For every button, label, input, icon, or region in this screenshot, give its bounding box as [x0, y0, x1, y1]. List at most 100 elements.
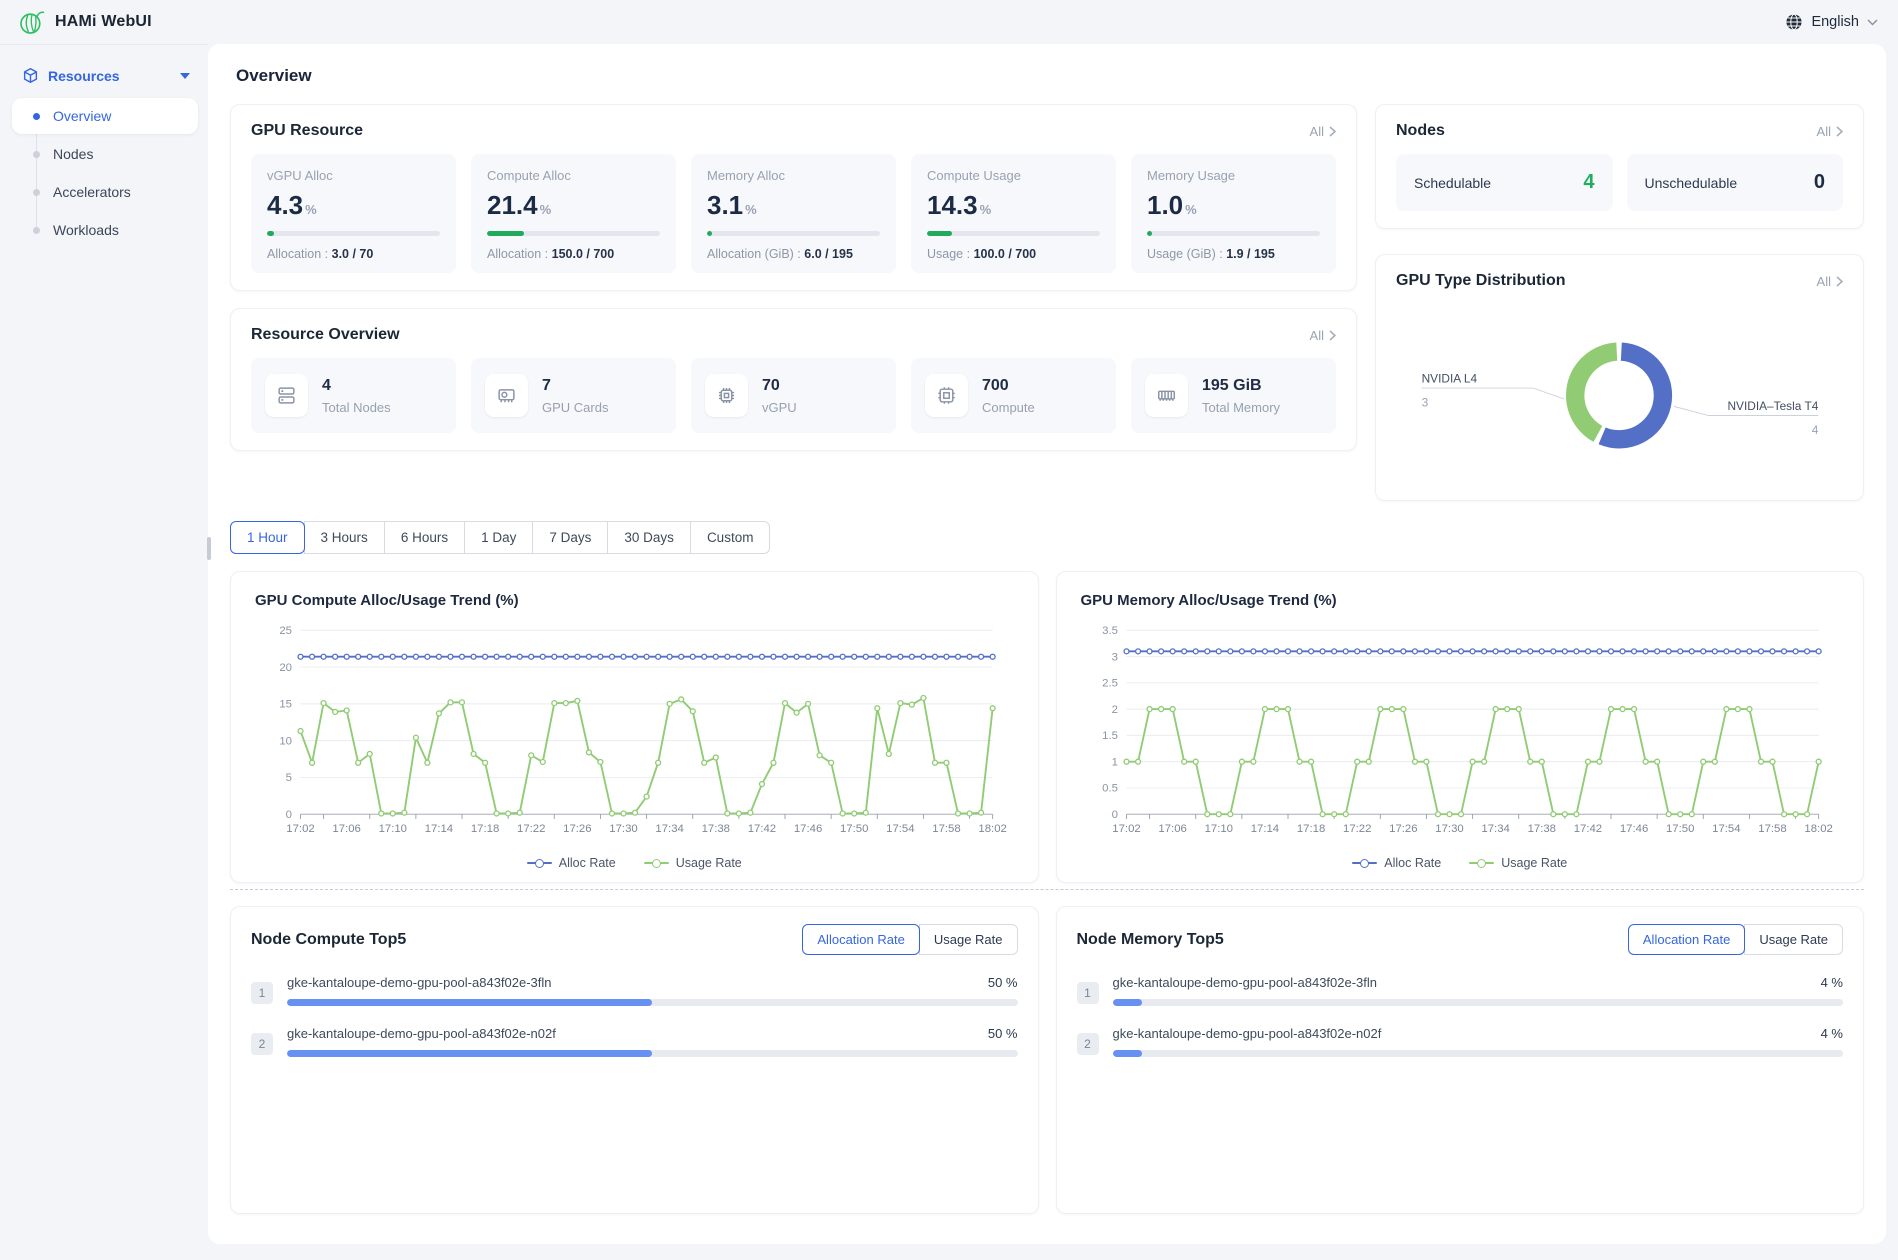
resource-stat-value: 4 — [322, 377, 391, 395]
gpu-compute-trend-title: GPU Compute Alloc/Usage Trend (%) — [255, 592, 1014, 609]
gpu-memory-trend-chart[interactable]: 00.511.522.533.517:0217:0617:1017:1417:1… — [1081, 617, 1840, 854]
resource-stat-label: Compute — [982, 400, 1035, 415]
svg-text:17:54: 17:54 — [1712, 823, 1740, 835]
sidebar-item[interactable]: Workloads — [12, 212, 198, 248]
svg-text:NVIDIA–Tesla T4: NVIDIA–Tesla T4 — [1727, 399, 1818, 413]
node-compute-top5-title: Node Compute Top5 — [251, 931, 406, 949]
gpu-resource-all-link[interactable]: All — [1310, 124, 1336, 139]
metric-progress-track — [927, 231, 1100, 236]
legend-item[interactable]: Alloc Rate — [527, 856, 616, 870]
svg-text:20: 20 — [279, 662, 292, 674]
svg-text:17:06: 17:06 — [332, 823, 360, 835]
sidebar-item[interactable]: Overview — [12, 98, 198, 134]
gpu-resource-metrics: vGPU Alloc 4.3% Allocation : 3.0 / 70 Co… — [251, 154, 1336, 273]
svg-text:17:58: 17:58 — [932, 823, 960, 835]
caret-down-icon — [180, 73, 190, 79]
svg-text:4: 4 — [1812, 423, 1819, 437]
legend-marker-icon — [1469, 862, 1494, 864]
node-status-stat: Schedulable 4 — [1396, 154, 1613, 211]
time-range-tab[interactable]: Custom — [690, 521, 771, 554]
node-stat-value: 0 — [1814, 171, 1825, 194]
metric-unit: % — [980, 202, 992, 217]
svg-text:17:38: 17:38 — [1527, 823, 1555, 835]
metric-unit: % — [305, 202, 317, 217]
svg-text:17:30: 17:30 — [1435, 823, 1463, 835]
svg-text:17:18: 17:18 — [1296, 823, 1324, 835]
svg-text:0: 0 — [1111, 809, 1117, 821]
top5-toggle-button[interactable]: Usage Rate — [919, 924, 1018, 955]
top5-toggle-button[interactable]: Usage Rate — [1744, 924, 1843, 955]
svg-text:17:42: 17:42 — [1573, 823, 1601, 835]
resource-overview-all-link[interactable]: All — [1310, 328, 1336, 343]
resource-stat-label: Total Nodes — [322, 400, 391, 415]
gpu-compute-trend-chart[interactable]: 051015202517:0217:0617:1017:1417:1817:22… — [255, 617, 1014, 854]
sidebar-item[interactable]: Nodes — [12, 136, 198, 172]
legend-label: Alloc Rate — [559, 856, 616, 870]
node-rate-track — [1113, 999, 1844, 1006]
gpu-type-donut-chart[interactable]: NVIDIA–Tesla T44NVIDIA L43 — [1396, 304, 1843, 483]
time-range-tab[interactable]: 6 Hours — [384, 521, 465, 554]
resource-stat-tile: 70 vGPU — [691, 358, 896, 433]
globe-icon — [1785, 13, 1803, 31]
gpu-memory-trend-card: GPU Memory Alloc/Usage Trend (%) 00.511.… — [1056, 571, 1865, 883]
metric-label: Compute Alloc — [487, 168, 660, 183]
legend-item[interactable]: Usage Rate — [644, 856, 742, 870]
time-range-tab[interactable]: 7 Days — [532, 521, 608, 554]
time-range-tab[interactable]: 30 Days — [607, 521, 691, 554]
nodes-card-title: Nodes — [1396, 122, 1445, 140]
time-range-tab[interactable]: 1 Day — [464, 521, 533, 554]
metric-value: 21.4 — [487, 190, 538, 220]
resource-stat-value: 195 GiB — [1202, 377, 1280, 395]
svg-text:17:54: 17:54 — [886, 823, 914, 835]
sidebar-item-label: Overview — [53, 108, 111, 124]
resource-overview-stats: 4 Total Nodes 7 GPU Cards 70 vGPU 700 Co… — [251, 358, 1336, 433]
node-rate-value: 50 % — [988, 975, 1018, 990]
node-rate-fill — [287, 1050, 652, 1057]
node-name: gke-kantaloupe-demo-gpu-pool-a843f02e-3f… — [1113, 975, 1378, 990]
svg-text:17:34: 17:34 — [1481, 823, 1509, 835]
gpu-type-all-link[interactable]: All — [1817, 274, 1843, 289]
rank-badge: 1 — [251, 982, 273, 1004]
resource-stat-value: 7 — [542, 377, 608, 395]
node-stat-label: Unschedulable — [1645, 175, 1738, 191]
metric-progress-track — [487, 231, 660, 236]
metric-value: 3.1 — [707, 190, 743, 220]
legend-marker-icon — [644, 862, 669, 864]
sidebar-collapse-handle[interactable] — [207, 537, 211, 560]
top5-row: 2 gke-kantaloupe-demo-gpu-pool-a843f02e-… — [251, 1026, 1018, 1057]
svg-text:17:46: 17:46 — [794, 823, 822, 835]
time-range-tab[interactable]: 3 Hours — [304, 521, 385, 554]
time-range-tab[interactable]: 1 Hour — [230, 521, 305, 554]
svg-text:2: 2 — [1111, 704, 1117, 716]
rank-badge: 1 — [1077, 982, 1099, 1004]
metric-progress-track — [267, 231, 440, 236]
node-rate-fill — [1113, 999, 1142, 1006]
sidebar-section-label: Resources — [48, 68, 120, 84]
legend-label: Usage Rate — [676, 856, 742, 870]
svg-text:17:34: 17:34 — [655, 823, 683, 835]
metric-label: Memory Usage — [1147, 168, 1320, 183]
gpu-resource-title: GPU Resource — [251, 122, 363, 140]
top5-toggle-button[interactable]: Allocation Rate — [802, 924, 919, 955]
top5-row: 2 gke-kantaloupe-demo-gpu-pool-a843f02e-… — [1077, 1026, 1844, 1057]
svg-text:3: 3 — [1422, 395, 1429, 409]
metric-label: Compute Usage — [927, 168, 1100, 183]
top5-row: 1 gke-kantaloupe-demo-gpu-pool-a843f02e-… — [1077, 975, 1844, 1006]
legend-label: Alloc Rate — [1384, 856, 1441, 870]
chevron-right-icon — [1329, 126, 1336, 137]
sidebar-item-dot — [33, 151, 40, 158]
sidebar-section-resources[interactable]: Resources — [12, 61, 198, 98]
node-memory-top5-rows: 1 gke-kantaloupe-demo-gpu-pool-a843f02e-… — [1077, 975, 1844, 1057]
resource-stat-label: Total Memory — [1202, 400, 1280, 415]
node-name: gke-kantaloupe-demo-gpu-pool-a843f02e-n0… — [1113, 1026, 1382, 1041]
nodes-all-link[interactable]: All — [1817, 124, 1843, 139]
sidebar-item[interactable]: Accelerators — [12, 174, 198, 210]
legend-item[interactable]: Usage Rate — [1469, 856, 1567, 870]
top5-row: 1 gke-kantaloupe-demo-gpu-pool-a843f02e-… — [251, 975, 1018, 1006]
language-selector[interactable]: English — [1785, 13, 1878, 31]
legend-item[interactable]: Alloc Rate — [1352, 856, 1441, 870]
svg-text:17:10: 17:10 — [1204, 823, 1232, 835]
svg-text:3: 3 — [1111, 651, 1117, 663]
svg-text:2.5: 2.5 — [1102, 678, 1118, 690]
top5-toggle-button[interactable]: Allocation Rate — [1628, 924, 1745, 955]
